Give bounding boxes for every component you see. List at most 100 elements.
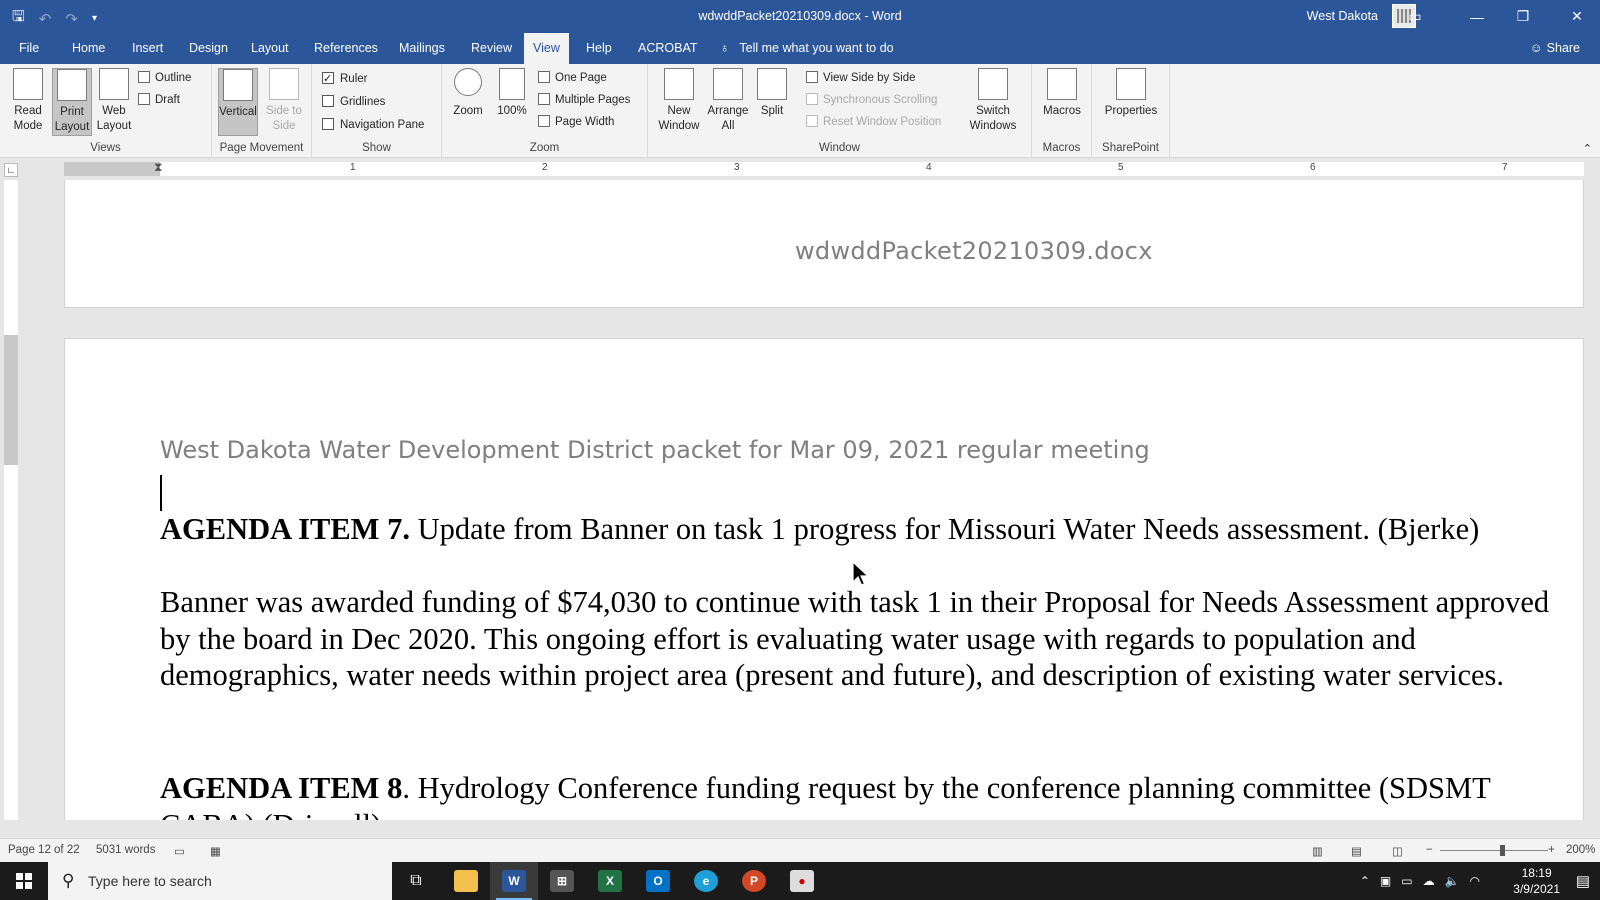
taskbar-search[interactable]: ⚲ Type here to search [48, 862, 392, 900]
outlook-button[interactable]: O [634, 862, 682, 900]
onedrive-icon[interactable]: ☁ [1423, 874, 1435, 888]
mouse-pointer-icon [852, 561, 870, 586]
recorder-button[interactable]: ● [778, 862, 826, 900]
outline-button[interactable]: Outline [138, 68, 191, 88]
tab-home[interactable]: Home [63, 33, 114, 64]
zoom-100-button[interactable]: 100% [494, 68, 530, 119]
share-button[interactable]: ☺ Share [1530, 33, 1580, 64]
proofing-icon[interactable]: ▭ [174, 844, 185, 858]
one-page-button[interactable]: One Page [538, 68, 607, 88]
search-icon: ⚲ [62, 871, 75, 890]
web-layout-button[interactable]: Web Layout [94, 68, 134, 134]
agenda-item-8-label: AGENDA ITEM 8 [160, 771, 403, 805]
tab-mailings[interactable]: Mailings [390, 33, 454, 64]
navigation-pane-check-icon [322, 118, 334, 130]
arrange-all-label: Arrange All [707, 105, 749, 132]
tab-insert[interactable]: Insert [123, 33, 172, 64]
edge-button[interactable]: e [682, 862, 730, 900]
view-side-by-side-label: View Side by Side [823, 72, 916, 84]
tab-file[interactable]: File [10, 33, 48, 64]
volume-icon[interactable]: 🔈 [1445, 874, 1460, 888]
split-button[interactable]: Split [754, 68, 790, 119]
zoom-out-button[interactable]: − [1426, 844, 1433, 856]
macro-recording-icon[interactable]: ▦ [210, 844, 221, 858]
zoom-button[interactable]: Zoom [450, 68, 486, 119]
side-to-side-button[interactable]: Side to Side [262, 68, 306, 134]
search-placeholder: Type here to search [88, 873, 212, 889]
task-view-button[interactable]: ⧉ [392, 862, 440, 900]
vertical-button[interactable]: Vertical [218, 68, 258, 136]
task-view-icon: ⧉ [410, 872, 422, 889]
draft-button[interactable]: Draft [138, 90, 180, 110]
start-button[interactable] [0, 862, 48, 900]
reset-window-position-button[interactable]: Reset Window Position [806, 112, 941, 132]
zoom-slider-thumb[interactable] [1500, 845, 1505, 856]
ribbon-display-options-button[interactable]: ▭ [1392, 0, 1438, 33]
agenda-item-7-paragraph: Banner was awarded funding of $74,030 to… [160, 585, 1550, 692]
powerpoint-button[interactable]: P [730, 862, 778, 900]
clock-time: 18:19 [1521, 866, 1552, 880]
meet-now-icon[interactable]: ▣ [1380, 874, 1391, 888]
windows-logo-icon [16, 873, 32, 889]
arrange-all-button[interactable]: Arrange All [706, 68, 750, 134]
tab-acrobat[interactable]: ACROBAT [629, 33, 707, 64]
page-width-button[interactable]: Page Width [538, 112, 614, 132]
word-taskbar-button[interactable]: W [490, 862, 538, 900]
draft-label: Draft [155, 94, 180, 106]
new-window-button[interactable]: New Window [656, 68, 702, 134]
page-previous[interactable]: wdwddPacket20210309.docx [64, 180, 1584, 308]
ruler-checkbox[interactable]: Ruler [322, 69, 367, 89]
properties-button[interactable]: Properties [1100, 68, 1162, 119]
wifi-icon[interactable]: ◠ [1470, 874, 1480, 888]
minimize-button[interactable]: — [1454, 0, 1500, 33]
multiple-pages-button[interactable]: Multiple Pages [538, 90, 630, 110]
page-width-icon [538, 115, 550, 127]
tab-review[interactable]: Review [462, 33, 521, 64]
store-button[interactable]: ⊞ [538, 862, 586, 900]
horizontal-ruler[interactable]: 1 2 3 4 5 6 7 ⧗ [64, 160, 1584, 176]
macros-button[interactable]: Macros [1040, 68, 1084, 119]
page-current[interactable]: West Dakota Water Development District p… [64, 338, 1584, 820]
close-button[interactable]: ✕ [1554, 0, 1600, 33]
excel-button[interactable]: X [586, 862, 634, 900]
zoom-level[interactable]: 200% [1566, 844, 1595, 856]
outline-label: Outline [155, 72, 192, 84]
vertical-ruler[interactable] [4, 180, 18, 820]
zoom-in-button[interactable]: + [1548, 844, 1555, 856]
chevron-up-icon[interactable]: ⌃ [1360, 874, 1370, 888]
page-width-label: Page Width [555, 116, 615, 128]
synchronous-scrolling-icon [806, 93, 818, 105]
page-count[interactable]: Page 12 of 22 [8, 844, 80, 856]
tab-design[interactable]: Design [180, 33, 237, 64]
tab-help[interactable]: Help [577, 33, 621, 64]
battery-icon[interactable]: ▭ [1401, 874, 1412, 888]
file-explorer-button[interactable] [442, 862, 490, 900]
print-layout-view-icon[interactable]: ▤ [1351, 844, 1362, 858]
read-mode-button[interactable]: Read Mode [6, 68, 50, 134]
agenda-item-8: AGENDA ITEM 8. Hydrology Conference fund… [160, 770, 1560, 820]
clock[interactable]: 18:19 3/9/2021 [1513, 865, 1560, 897]
switch-windows-button[interactable]: Switch Windows [960, 68, 1026, 134]
word-count[interactable]: 5031 words [96, 844, 155, 856]
gridlines-checkbox[interactable]: Gridlines [322, 92, 385, 112]
web-layout-view-icon[interactable]: ◫ [1392, 844, 1403, 858]
tab-selector[interactable]: ∟ [4, 163, 18, 177]
notifications-icon[interactable]: ▤ [1576, 872, 1590, 890]
zoom-slider[interactable] [1440, 850, 1548, 851]
one-page-label: One Page [555, 72, 607, 84]
collapse-ribbon-icon[interactable]: ⌃ [1583, 142, 1592, 155]
view-side-by-side-button[interactable]: View Side by Side [806, 68, 915, 88]
indent-marker-icon[interactable]: ⧗ [154, 160, 162, 175]
navigation-pane-checkbox[interactable]: Navigation Pane [322, 115, 424, 135]
tab-layout[interactable]: Layout [242, 33, 298, 64]
restore-button[interactable]: ❐ [1500, 0, 1546, 33]
document-heading: West Dakota Water Development District p… [160, 436, 1150, 464]
read-mode-view-icon[interactable]: ▥ [1312, 844, 1323, 858]
print-layout-button[interactable]: Print Layout [52, 68, 92, 136]
tell-me-search[interactable]: ♁ Tell me what you want to do [720, 33, 894, 64]
tab-references[interactable]: References [305, 33, 387, 64]
split-icon [757, 68, 787, 100]
tab-view[interactable]: View [524, 33, 569, 64]
synchronous-scrolling-button[interactable]: Synchronous Scrolling [806, 90, 937, 110]
user-name[interactable]: West Dakota [1307, 9, 1378, 23]
